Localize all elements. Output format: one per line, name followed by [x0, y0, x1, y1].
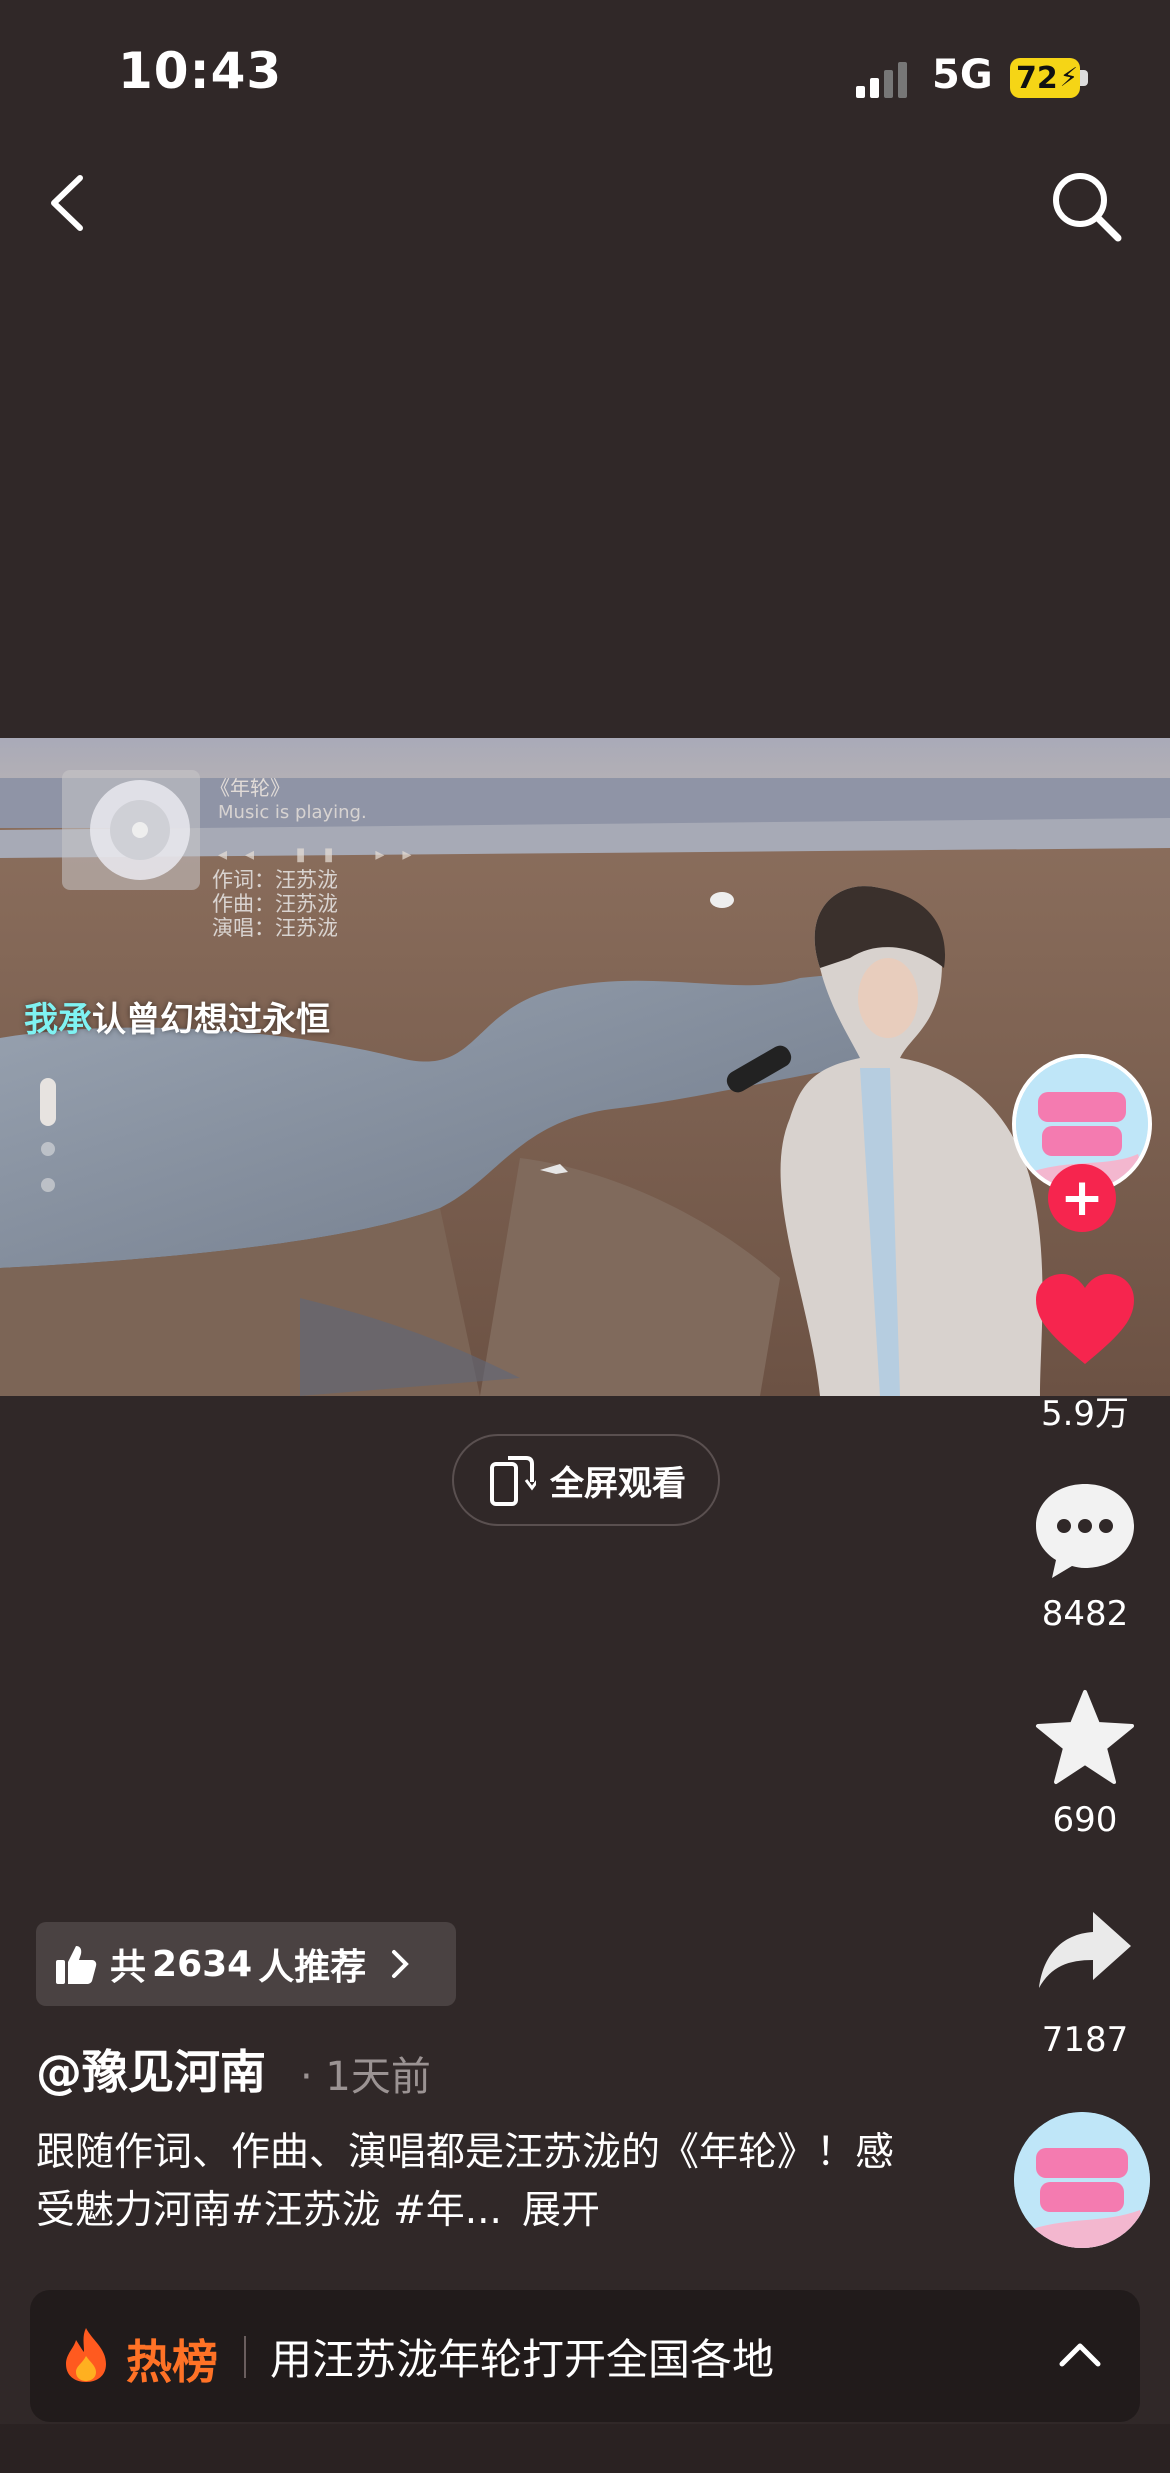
recommend-chip[interactable]: 共 2634 人推荐: [36, 1922, 456, 2006]
indicator-dot: [41, 1142, 55, 1156]
favorite-button[interactable]: [1030, 1688, 1140, 1792]
indicator-dot: [41, 1178, 55, 1192]
music-source-avatar[interactable]: [1014, 2112, 1150, 2248]
music-disc-icon: [62, 770, 200, 890]
follow-button[interactable]: +: [1048, 1164, 1116, 1232]
music-status: Music is playing.: [218, 802, 367, 823]
share-count: 7187: [1041, 2020, 1129, 2060]
star-icon: [1036, 1690, 1134, 1784]
like-count: 5.9万: [1040, 1394, 1130, 1434]
share-icon: [1039, 1912, 1131, 1988]
logo-avatar-art: [1014, 2112, 1150, 2248]
hot-list-text: 用汪苏泷年轮打开全国各地: [270, 2335, 775, 2384]
expand-link[interactable]: 展开: [522, 2188, 600, 2233]
credit-lyricist: 作词：汪苏泷: [212, 868, 338, 892]
thumbs-up-icon: [56, 1946, 97, 1984]
back-button[interactable]: [40, 168, 100, 238]
fullscreen-label: 全屏观看: [550, 1463, 686, 1504]
recommend-suffix: 人推荐: [258, 1947, 367, 1988]
recommend-count: 2634: [152, 1943, 253, 1985]
share-button[interactable]: [1030, 1908, 1140, 1996]
flame-icon: [66, 2328, 106, 2382]
description-text: 跟随作词、作曲、演唱都是汪苏泷的《年轮》！感受魅力河南#汪苏泷 #年...: [36, 2130, 895, 2233]
slide-indicator: [40, 1078, 60, 1214]
author-name[interactable]: @豫见河南: [36, 2036, 266, 2102]
search-button[interactable]: [1046, 166, 1126, 246]
lyric-line: 我承认曾幻想过永恒: [24, 992, 330, 1041]
chevron-up-icon[interactable]: [1056, 2336, 1104, 2372]
chevron-right-icon: [392, 1950, 410, 1978]
battery-tip: [1080, 70, 1088, 86]
song-credits: 作词：汪苏泷 作曲：汪苏泷 演唱：汪苏泷: [212, 868, 338, 940]
bottom-strip: [0, 2424, 1170, 2473]
network-type: 5G: [932, 52, 993, 98]
comment-button[interactable]: [1030, 1480, 1140, 1584]
indicator-active: [40, 1078, 56, 1126]
music-title: 《年轮》: [210, 776, 290, 800]
status-time: 10:43: [118, 42, 283, 100]
battery-indicator: 72 ⚡: [1010, 58, 1080, 98]
hot-list-label: 热榜: [126, 2335, 218, 2389]
search-icon: [1053, 173, 1122, 242]
comment-icon: [1036, 1484, 1134, 1578]
credit-composer: 作曲：汪苏泷: [212, 892, 338, 916]
hot-separator: [244, 2336, 246, 2378]
fullscreen-button[interactable]: 全屏观看: [452, 1434, 720, 1526]
music-controls: ◂◂ ▮▮ ▸▸: [218, 844, 430, 865]
post-description[interactable]: 跟随作词、作曲、演唱都是汪苏泷的《年轮》！感受魅力河南#汪苏泷 #年... 展开: [36, 2124, 896, 2240]
signal-strength-icon: [856, 62, 916, 98]
music-disc-card: [62, 770, 200, 890]
back-chevron-icon: [51, 175, 83, 231]
heart-icon: [1036, 1274, 1134, 1364]
fullscreen-rotate-icon: [490, 1456, 536, 1506]
recommend-prefix: 共: [110, 1947, 147, 1988]
lyric-unsung: 认曾幻想过永恒: [92, 1000, 330, 1040]
lyric-sung: 我承: [24, 1000, 92, 1040]
like-button[interactable]: [1030, 1272, 1140, 1372]
comment-count: 8482: [1041, 1594, 1129, 1634]
favorite-count: 690: [1052, 1800, 1118, 1840]
post-time: · 1天前: [300, 2054, 431, 2100]
battery-level: 72: [1016, 60, 1058, 96]
credit-singer: 演唱：汪苏泷: [212, 916, 338, 940]
